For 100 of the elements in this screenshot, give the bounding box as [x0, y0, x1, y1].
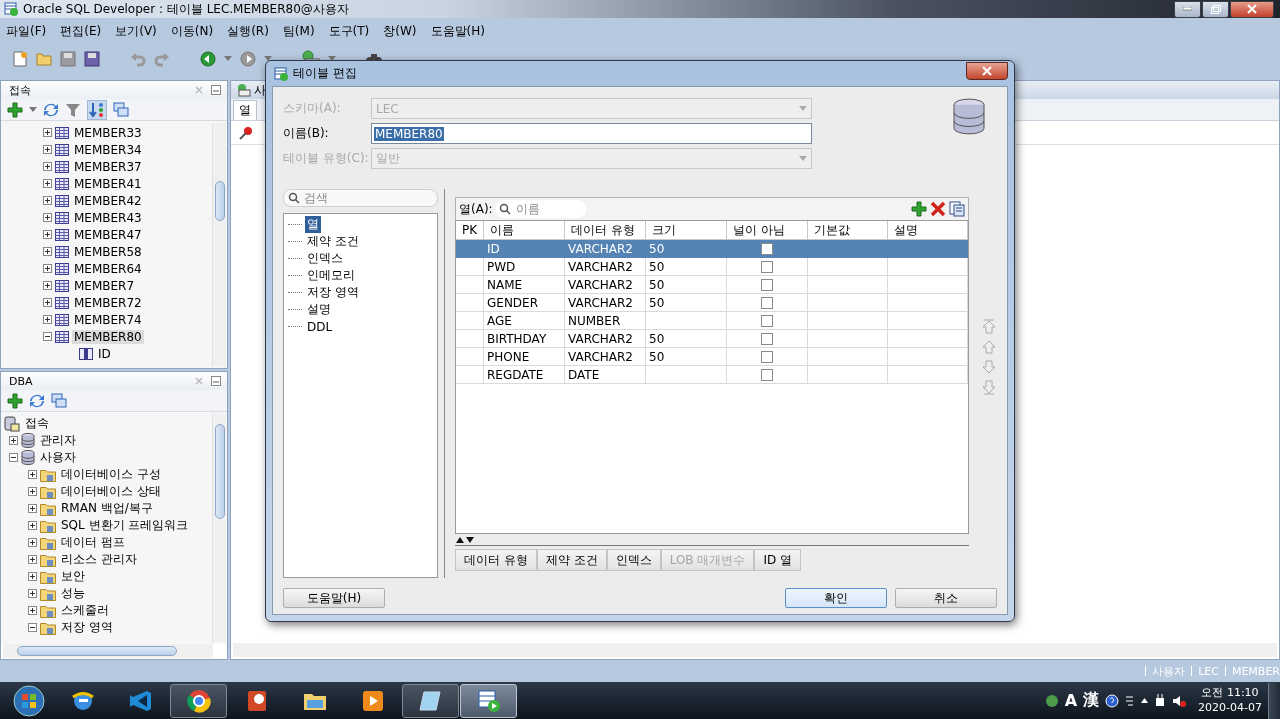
column-header[interactable]: PK: [456, 221, 484, 240]
expand-icon[interactable]: [28, 572, 37, 581]
plus-icon[interactable]: [7, 101, 23, 118]
checkbox[interactable]: [761, 314, 773, 327]
expand-icon[interactable]: [43, 315, 52, 324]
tab[interactable]: 데이터 유형: [455, 549, 537, 571]
forward-icon[interactable]: [240, 50, 256, 67]
horizontal-scrollbar[interactable]: [3, 644, 213, 658]
back-icon[interactable]: [200, 50, 216, 67]
tree-item[interactable]: MEMBER37: [72, 159, 144, 174]
expand-icon[interactable]: [43, 230, 52, 239]
menu-item[interactable]: 파일(F): [6, 21, 47, 42]
tree-item[interactable]: 사용자: [38, 449, 78, 466]
tree-item[interactable]: SQL 변환기 프레임워크: [59, 517, 191, 534]
expand-icon[interactable]: [28, 555, 37, 564]
copy-icon[interactable]: [949, 201, 965, 217]
tree-item[interactable]: MEMBER7: [72, 278, 137, 293]
expand-icon[interactable]: [28, 487, 37, 496]
clock[interactable]: 오전 11:10 2020-04-07: [1198, 685, 1262, 716]
tree-item[interactable]: MEMBER33: [72, 125, 144, 140]
tree-item[interactable]: MEMBER80: [72, 329, 144, 344]
tree-item[interactable]: ID: [96, 346, 113, 361]
refresh-icon[interactable]: [29, 392, 45, 409]
column-header[interactable]: 데이터 유형: [565, 221, 646, 240]
tree-item[interactable]: MEMBER42: [72, 193, 144, 208]
expand-icon[interactable]: [43, 247, 52, 256]
plus-icon[interactable]: [7, 392, 23, 409]
editor-tab[interactable]: 사: [233, 81, 270, 99]
menu-item[interactable]: 창(W): [383, 21, 417, 42]
refresh-icon[interactable]: [43, 101, 59, 118]
tree-item[interactable]: 접속: [23, 415, 51, 432]
show-desktop-button[interactable]: [1268, 682, 1280, 719]
vertical-scrollbar[interactable]: [212, 123, 226, 366]
expand-icon[interactable]: [43, 196, 52, 205]
nav-item[interactable]: 인메모리: [305, 267, 357, 284]
expand-icon[interactable]: [28, 538, 37, 547]
close-button[interactable]: [1230, 0, 1274, 18]
column-header[interactable]: 크기: [646, 221, 727, 240]
expand-icon[interactable]: [28, 504, 37, 513]
taskbar-button[interactable]: [170, 683, 227, 718]
help-icon[interactable]: [1105, 693, 1120, 708]
caret-icon[interactable]: [1141, 698, 1149, 703]
help-button[interactable]: 도움말(H): [283, 588, 385, 608]
minimize-icon[interactable]: [211, 376, 221, 386]
nav-item[interactable]: 설명: [305, 301, 333, 318]
tree-item[interactable]: 성능: [59, 585, 87, 602]
tree-item[interactable]: MEMBER43: [72, 210, 144, 225]
plug-icon[interactable]: [1154, 693, 1167, 708]
checkbox[interactable]: [761, 242, 773, 255]
new-file-icon[interactable]: [12, 50, 28, 67]
expand-icon[interactable]: [28, 606, 37, 615]
checkbox[interactable]: [761, 296, 773, 309]
menu-item[interactable]: 팀(M): [282, 21, 315, 42]
collapse-icon[interactable]: [43, 332, 52, 341]
tree-item[interactable]: 데이터 펌프: [59, 534, 127, 551]
expand-icon[interactable]: [43, 145, 52, 154]
checkbox[interactable]: [761, 350, 773, 363]
checkbox[interactable]: [761, 368, 773, 381]
search-field[interactable]: 검색: [283, 189, 438, 207]
nav-item[interactable]: 인덱스: [305, 250, 345, 267]
checkbox[interactable]: [761, 332, 773, 345]
column-header[interactable]: 기본값: [808, 221, 888, 240]
collapse-icon[interactable]: [28, 623, 37, 632]
restore-button[interactable]: [1202, 0, 1229, 18]
menu-item[interactable]: 실행(R): [227, 21, 269, 42]
delete-icon[interactable]: [930, 201, 946, 217]
tree-item[interactable]: 리소스 관리자: [59, 551, 139, 568]
filter-icon[interactable]: [65, 101, 81, 118]
expand-icon[interactable]: [43, 162, 52, 171]
nav-item[interactable]: 저장 영역: [305, 284, 361, 301]
windows-icon[interactable]: [51, 392, 67, 409]
tree-item[interactable]: 관리자: [38, 432, 78, 449]
windows-icon[interactable]: [113, 101, 129, 118]
ok-button[interactable]: 확인: [785, 588, 887, 608]
menu-item[interactable]: 도움말(H): [430, 21, 485, 42]
expand-icon[interactable]: [28, 589, 37, 598]
tree-item[interactable]: 데이터베이스 구성: [59, 466, 163, 483]
tree-item[interactable]: MEMBER41: [72, 176, 144, 191]
close-button[interactable]: [966, 61, 1008, 80]
nav-item[interactable]: 열: [305, 216, 321, 233]
column-header[interactable]: 이름: [484, 221, 565, 240]
column-header[interactable]: 널이 아님: [727, 221, 808, 240]
vertical-scrollbar[interactable]: [212, 414, 226, 642]
cancel-button[interactable]: 취소: [895, 588, 997, 608]
expand-icon[interactable]: [43, 179, 52, 188]
plus-icon[interactable]: [911, 201, 927, 217]
expand-icon[interactable]: [43, 298, 52, 307]
input-indicator[interactable]: A: [1064, 691, 1078, 710]
tree-item[interactable]: RMAN 백업/복구: [59, 500, 155, 517]
tab[interactable]: 제약 조건: [536, 549, 607, 571]
tab[interactable]: ID 열: [754, 549, 801, 571]
expand-icon[interactable]: [43, 213, 52, 222]
tree-item[interactable]: 데이터베이스 상태: [59, 483, 163, 500]
tree-item[interactable]: MEMBER34: [72, 142, 144, 157]
taskbar-button[interactable]: [402, 683, 459, 718]
checkbox[interactable]: [761, 260, 773, 273]
tree-item[interactable]: MEMBER64: [72, 261, 144, 276]
tree-item[interactable]: 보안: [59, 568, 87, 585]
splitter-arrows-icon[interactable]: [455, 535, 475, 544]
menu-item[interactable]: 편집(E): [60, 21, 102, 42]
